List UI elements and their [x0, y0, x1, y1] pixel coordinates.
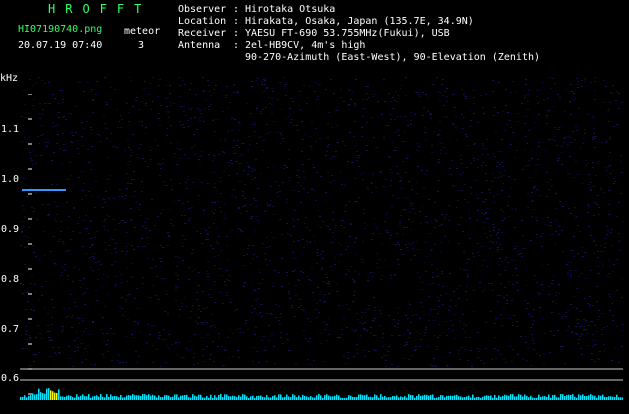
- observer-label: Observer: [178, 4, 227, 15]
- antenna-value: 2el-HB9CV, 4m's high: [245, 40, 366, 51]
- meteor-count: 3: [138, 40, 145, 51]
- observer-value: Hirotaka Otsuka: [245, 4, 336, 15]
- antenna-label: Antenna: [178, 40, 221, 51]
- receiver-label: Receiver: [178, 28, 227, 39]
- app-logo: HROFFT: [48, 2, 152, 16]
- date-time: 20.07.19 07:40: [18, 40, 103, 51]
- meteor-label: meteor: [124, 26, 161, 37]
- observer-colon: :: [233, 4, 240, 15]
- y-axis-ticks: [16, 83, 33, 400]
- file-name: HI07190740.png: [18, 24, 103, 35]
- antenna-colon: :: [233, 40, 240, 51]
- receiver-colon: :: [233, 28, 240, 39]
- receiver-value: YAESU FT-690 53.755MHz(Fukui), USB: [245, 28, 450, 39]
- location-value: Hirakata, Osaka, Japan (135.7E, 34.9N): [245, 16, 474, 27]
- location-colon: :: [233, 16, 240, 27]
- antenna-direction: 90-270-Azimuth (East-West), 90-Elevation…: [245, 52, 541, 63]
- location-label: Location: [178, 16, 227, 27]
- spectrogram-plot: [20, 77, 623, 400]
